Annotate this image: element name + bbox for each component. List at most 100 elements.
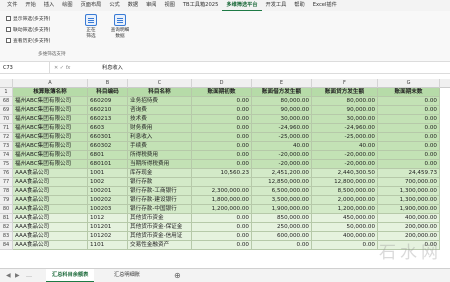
row-number[interactable]: 79 xyxy=(0,196,13,205)
table-cell[interactable]: 0.00 xyxy=(192,133,252,142)
table-cell[interactable]: 0.00 xyxy=(192,151,252,160)
table-cell[interactable]: 其他货币资金-信用证 xyxy=(128,232,192,241)
table-cell[interactable]: 660302 xyxy=(88,142,128,151)
table-cell[interactable]: 680101 xyxy=(88,160,128,169)
table-cell[interactable]: 90,000.00 xyxy=(312,106,378,115)
table-cell[interactable]: AAA食品公司 xyxy=(13,232,88,241)
ribbon-tab[interactable]: 开始 xyxy=(21,0,39,11)
table-cell[interactable]: 8,500,000.00 xyxy=(312,187,378,196)
table-cell[interactable]: 200,000.00 xyxy=(378,223,440,232)
table-cell[interactable]: 400,000.00 xyxy=(312,232,378,241)
table-cell[interactable]: 90,000.00 xyxy=(252,106,312,115)
table-cell[interactable]: 其他货币资金-保证金 xyxy=(128,223,192,232)
row-number[interactable]: 82 xyxy=(0,223,13,232)
table-cell[interactable]: 101202 xyxy=(88,232,128,241)
table-cell[interactable]: 0.00 xyxy=(378,124,440,133)
option-linked-filter[interactable]: 联动筛选(多支持) xyxy=(6,26,50,33)
column-header-cell[interactable]: D xyxy=(192,79,252,88)
column-header-cell[interactable]: A xyxy=(13,79,88,88)
table-cell[interactable]: 1001 xyxy=(88,169,128,178)
ribbon-tab[interactable]: 绘图 xyxy=(58,0,76,11)
column-header-cell[interactable]: G xyxy=(378,79,440,88)
ribbon-tab[interactable]: Excel插件 xyxy=(309,0,341,11)
table-cell[interactable]: 0.00 xyxy=(312,241,378,250)
table-cell[interactable]: 0.00 xyxy=(378,133,440,142)
table-cell[interactable]: 2,300,000.00 xyxy=(192,187,252,196)
header-cell[interactable]: 核算账簿名称 xyxy=(13,88,88,97)
ribbon-tab[interactable]: 开发工具 xyxy=(262,0,291,11)
ribbon-tab[interactable]: 页面布局 xyxy=(77,0,106,11)
table-cell[interactable]: 850,000.00 xyxy=(252,214,312,223)
table-cell[interactable]: 0.00 xyxy=(192,142,252,151)
table-cell[interactable]: 660301 xyxy=(88,133,128,142)
table-cell[interactable]: -24,960.00 xyxy=(312,124,378,133)
table-cell[interactable]: -20,000.00 xyxy=(252,160,312,169)
table-cell[interactable] xyxy=(192,178,252,187)
row-number[interactable]: 75 xyxy=(0,160,13,169)
option-show-filter[interactable]: 显示筛选(多支持) xyxy=(6,15,50,22)
table-cell[interactable]: 0.00 xyxy=(378,142,440,151)
table-cell[interactable]: 0.00 xyxy=(378,115,440,124)
table-cell[interactable]: 0.00 xyxy=(192,115,252,124)
table-cell[interactable]: 银行存款 xyxy=(128,178,192,187)
table-cell[interactable]: 0.00 xyxy=(378,151,440,160)
table-cell[interactable]: AAA食品公司 xyxy=(13,241,88,250)
table-cell[interactable]: 1101 xyxy=(88,241,128,250)
row-number[interactable]: 72 xyxy=(0,133,13,142)
table-cell[interactable]: 101201 xyxy=(88,223,128,232)
select-all-corner[interactable] xyxy=(0,79,13,88)
table-cell[interactable]: 3,500,000.00 xyxy=(252,196,312,205)
ribbon-tab[interactable]: 多维筛选平台 xyxy=(222,0,262,11)
table-cell[interactable]: AAA食品公司 xyxy=(13,178,88,187)
table-cell[interactable]: 6801 xyxy=(88,151,128,160)
table-cell[interactable]: 100202 xyxy=(88,196,128,205)
table-cell[interactable]: 450,000.00 xyxy=(312,214,378,223)
table-cell[interactable]: 福州ABC集团有限公司 xyxy=(13,142,88,151)
table-cell[interactable]: 当期所得税费用 xyxy=(128,160,192,169)
option-history[interactable]: 查看历史(多支持) xyxy=(6,37,50,44)
table-cell[interactable]: 库存现金 xyxy=(128,169,192,178)
table-cell[interactable]: 1,300,000.00 xyxy=(378,196,440,205)
table-cell[interactable]: 10,560.23 xyxy=(192,169,252,178)
column-header-cell[interactable]: E xyxy=(252,79,312,88)
row-number[interactable]: 70 xyxy=(0,115,13,124)
table-cell[interactable]: 1,200,000.00 xyxy=(312,205,378,214)
table-cell[interactable]: 250,000.00 xyxy=(252,223,312,232)
table-cell[interactable]: 660213 xyxy=(88,115,128,124)
header-cell[interactable]: 账面期初数 xyxy=(192,88,252,97)
row-number[interactable]: 84 xyxy=(0,241,13,250)
table-cell[interactable]: 福州ABC集团有限公司 xyxy=(13,151,88,160)
ribbon-tab[interactable]: 插入 xyxy=(40,0,58,11)
column-header-cell[interactable]: F xyxy=(312,79,378,88)
table-cell[interactable]: 50,000.00 xyxy=(312,223,378,232)
row-number[interactable]: 83 xyxy=(0,232,13,241)
table-cell[interactable]: 银行存款-中国银行 xyxy=(128,205,192,214)
table-cell[interactable]: AAA食品公司 xyxy=(13,214,88,223)
table-cell[interactable]: AAA食品公司 xyxy=(13,196,88,205)
row-number[interactable]: 68 xyxy=(0,97,13,106)
table-cell[interactable]: 1,200,000.00 xyxy=(192,205,252,214)
row-number[interactable]: 81 xyxy=(0,214,13,223)
sheet-tab[interactable]: 汇总明细账 xyxy=(108,269,146,282)
column-header-cell[interactable]: C xyxy=(128,79,192,88)
table-cell[interactable]: 福州ABC集团有限公司 xyxy=(13,115,88,124)
table-cell[interactable]: 0.00 xyxy=(378,160,440,169)
table-cell[interactable]: 660209 xyxy=(88,97,128,106)
ribbon-tab[interactable]: 视图 xyxy=(161,0,179,11)
table-cell[interactable]: 80,000.00 xyxy=(252,97,312,106)
row-number[interactable]: 76 xyxy=(0,169,13,178)
table-cell[interactable]: AAA食品公司 xyxy=(13,187,88,196)
name-box[interactable]: C73 xyxy=(0,61,50,74)
table-cell[interactable]: 0.00 xyxy=(378,97,440,106)
table-cell[interactable]: 0.00 xyxy=(192,241,252,250)
table-cell[interactable]: 1,800,000.00 xyxy=(192,196,252,205)
header-cell[interactable]: 账面借方发生额 xyxy=(252,88,312,97)
table-cell[interactable]: 0.00 xyxy=(192,97,252,106)
table-cell[interactable]: 0.00 xyxy=(192,214,252,223)
table-cell[interactable]: -20,000.00 xyxy=(252,151,312,160)
table-cell[interactable]: 600,000.00 xyxy=(252,232,312,241)
ribbon-tab[interactable]: 帮助 xyxy=(290,0,308,11)
table-cell[interactable]: 6,500,000.00 xyxy=(252,187,312,196)
table-cell[interactable]: 12,800,000.00 xyxy=(312,178,378,187)
table-cell[interactable]: 1,900,000.00 xyxy=(378,205,440,214)
